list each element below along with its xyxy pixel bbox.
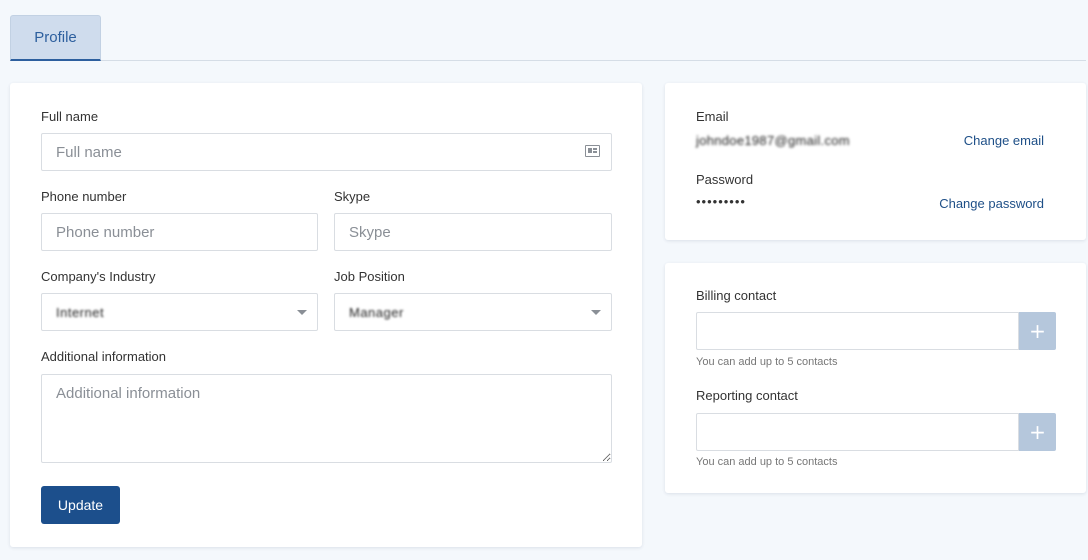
- industry-select[interactable]: Internet: [41, 293, 318, 331]
- reporting-contact-hint: You can add up to 5 contacts: [696, 456, 838, 468]
- email-label: Email: [696, 109, 729, 124]
- profile-form-card: Full name Phone number Skype Company's I…: [10, 83, 642, 547]
- skype-label: Skype: [334, 189, 371, 204]
- plus-icon: +: [1029, 420, 1046, 444]
- industry-value: Internet: [56, 305, 105, 320]
- password-label: Password: [696, 172, 754, 187]
- skype-input[interactable]: [334, 213, 612, 251]
- additional-info-label: Additional information: [41, 349, 167, 364]
- change-email-link[interactable]: Change email: [964, 133, 1044, 148]
- additional-info-textarea[interactable]: [41, 374, 612, 463]
- add-reporting-contact-button[interactable]: +: [1019, 413, 1056, 451]
- plus-icon: +: [1029, 319, 1046, 343]
- full-name-label: Full name: [41, 109, 99, 124]
- update-button[interactable]: Update: [41, 486, 120, 524]
- reporting-contact-label: Reporting contact: [696, 388, 798, 403]
- reporting-contact-input[interactable]: [696, 413, 1019, 451]
- password-value: •••••••••: [696, 194, 746, 209]
- job-position-select[interactable]: Manager: [334, 293, 612, 331]
- email-value: johndoe1987@gmail.com: [696, 133, 850, 148]
- billing-contact-label: Billing contact: [696, 288, 777, 303]
- account-card: Email johndoe1987@gmail.com Change email…: [665, 83, 1086, 240]
- billing-contact-input[interactable]: [696, 312, 1019, 350]
- industry-label: Company's Industry: [41, 269, 156, 284]
- job-position-value: Manager: [349, 305, 404, 320]
- tab-bar: Profile: [10, 15, 1086, 61]
- chevron-down-icon: [591, 310, 601, 315]
- full-name-wrapper: [41, 133, 612, 171]
- add-billing-contact-button[interactable]: +: [1019, 312, 1056, 350]
- full-name-input[interactable]: [41, 133, 612, 171]
- phone-number-label: Phone number: [41, 189, 127, 204]
- contacts-card: Billing contact + You can add up to 5 co…: [665, 263, 1086, 493]
- phone-number-input[interactable]: [41, 213, 318, 251]
- tab-profile[interactable]: Profile: [10, 15, 101, 61]
- id-card-icon: [585, 145, 600, 157]
- job-position-label: Job Position: [334, 269, 405, 284]
- chevron-down-icon: [297, 310, 307, 315]
- billing-contact-hint: You can add up to 5 contacts: [696, 356, 838, 368]
- change-password-link[interactable]: Change password: [939, 196, 1044, 211]
